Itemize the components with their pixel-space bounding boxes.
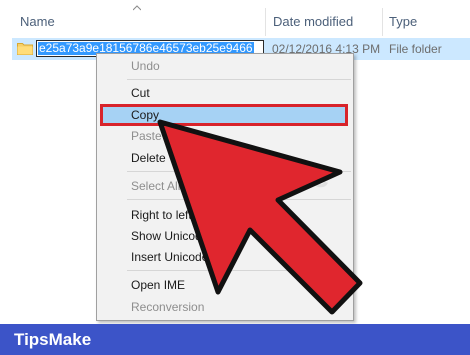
menu-item-paste[interactable]: Paste [131, 129, 162, 143]
column-date-header[interactable]: Date modified [273, 14, 353, 29]
file-type: File folder [389, 42, 442, 56]
column-header-bar: Name Date modified Type [0, 0, 470, 38]
footer-bar: TipsMake [0, 324, 470, 355]
menu-item-insert-unicode[interactable]: Insert Unicode co [131, 250, 224, 264]
menu-item-reconversion[interactable]: Reconversion [131, 300, 204, 314]
menu-item-copy[interactable]: Copy [131, 108, 159, 122]
folder-icon [17, 43, 33, 55]
column-divider[interactable] [382, 8, 383, 36]
menu-item-delete[interactable]: Delete [131, 151, 166, 165]
column-name-header[interactable]: Name [20, 14, 55, 29]
menu-item-cut[interactable]: Cut [131, 86, 150, 100]
column-type-header[interactable]: Type [389, 14, 417, 29]
menu-item-select-all[interactable]: Select All [131, 179, 180, 193]
brand-logo: TipsMake [14, 330, 92, 349]
menu-item-insert-unicode-tail: haracter [282, 250, 327, 264]
menu-item-open-ime[interactable]: Open IME [131, 278, 185, 292]
sort-caret-icon [133, 5, 141, 11]
watermark: TipsMake [178, 158, 332, 194]
menu-separator [127, 79, 351, 80]
menu-separator [127, 270, 351, 271]
menu-item-show-unicode[interactable]: Show Unicode co [131, 229, 224, 243]
menu-item-undo[interactable]: Undo [131, 59, 160, 73]
menu-separator [127, 199, 351, 200]
explorer-window: Name Date modified Type e25a73a9e1815678… [0, 0, 470, 355]
column-divider[interactable] [265, 8, 266, 36]
menu-item-right-to-left[interactable]: Right to left Re [131, 208, 210, 222]
